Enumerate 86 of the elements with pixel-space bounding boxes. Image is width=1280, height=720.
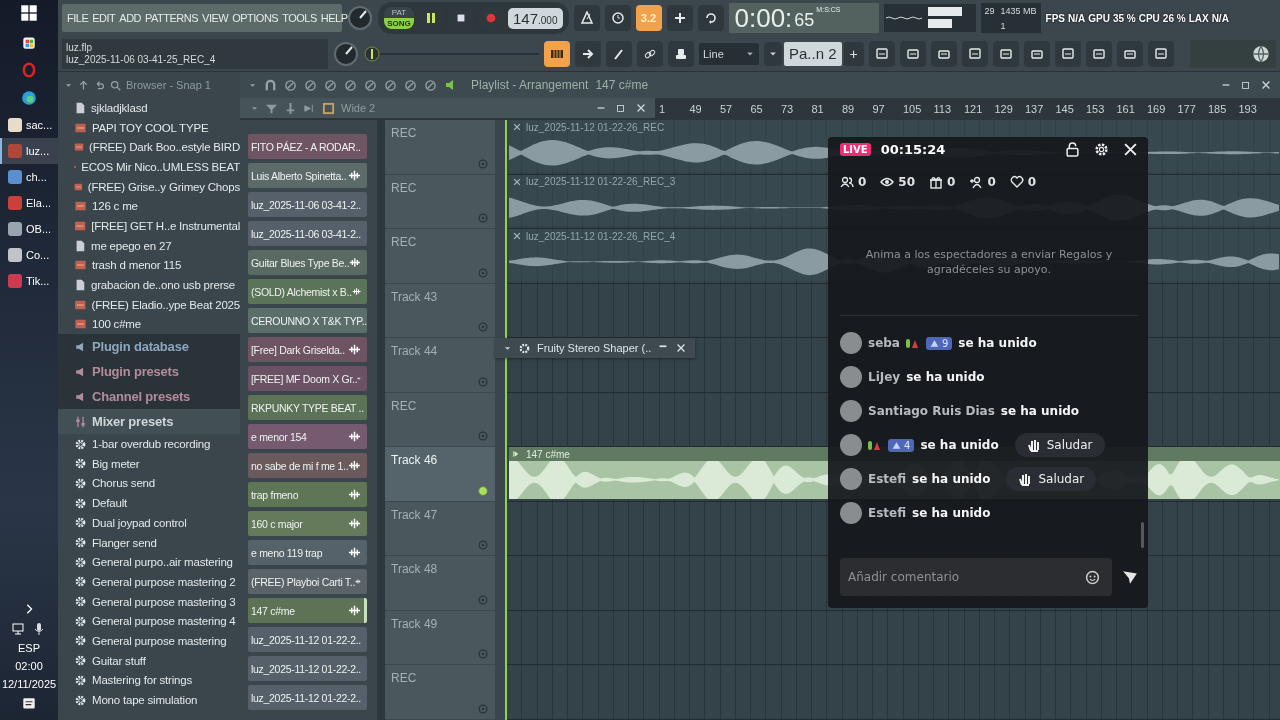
browser-item-label: 126 c me — [92, 200, 138, 213]
browser-title: Browser - Snap 1 — [126, 79, 211, 91]
browser-item-label: 1-bar overdub recording — [92, 438, 211, 451]
stat-label: CPU — [1138, 12, 1160, 24]
browser-item-label: Channel presets — [92, 389, 191, 405]
browser-item-label: sjkladjklasd — [91, 101, 148, 114]
browser-item-label: Default — [92, 497, 128, 510]
channel-rack-title: Wide 2 — [341, 102, 376, 114]
browser-item-label: Chorus send — [92, 477, 155, 490]
ruler-label: 121 — [963, 103, 984, 115]
project-info: luz.flp luz_2025-11-06 03-41-25_REC_4 — [62, 38, 328, 69]
playlist-title: Playlist - Arrangement — [471, 78, 589, 92]
browser-item-label: PAPI TOY COOL TYPE — [92, 121, 209, 134]
ruler-label: 89 — [841, 103, 856, 115]
stat-value: N/A — [1211, 12, 1229, 24]
browser-item-label: trash d menor 115 — [92, 259, 182, 272]
live-badge: LIVE — [840, 142, 871, 156]
browser-item-label: (FREE) Grise..y Grimey Chops — [87, 180, 240, 193]
join-message: se ha unido — [912, 472, 991, 486]
ruler-label: 161 — [1115, 103, 1136, 115]
join-message: se ha unido — [912, 506, 991, 520]
ruler-label: 137 — [1024, 103, 1045, 115]
live-duration: 00:15:24 — [880, 141, 946, 157]
browser-item-label: ECOS Mir Nico..UMLESS BEAT — [81, 160, 240, 173]
browser-item-label: Mixer presets — [92, 414, 174, 430]
plugin-window-title: Fruity Stereo Shaper (.. — [537, 342, 652, 354]
browser-item-label: Mono tape simulation — [92, 694, 198, 707]
clip-label: 147 c#me — [526, 448, 570, 460]
ruler-label: 97 — [871, 103, 886, 115]
stat-count: 0 — [1027, 175, 1037, 189]
join-message: se ha unido — [958, 336, 1037, 350]
stat-value: 26 % — [1162, 12, 1186, 24]
clock-time: 02:00 — [15, 660, 43, 672]
browser-item-label: 100 c#me — [92, 318, 141, 331]
ruler-label: 105 — [902, 103, 923, 115]
stat-label: FPS — [1045, 12, 1065, 24]
gift-prompt: Anima a los espectadores a enviar Regalos y agradéceles su apoyo. — [864, 247, 1114, 277]
clip-label: luz_2025-11-12 01-22-26_REC_3 — [526, 176, 676, 188]
join-message: se ha unido — [1000, 404, 1080, 418]
ruler-label: 49 — [688, 103, 703, 115]
ruler-label: 153 — [1085, 103, 1106, 115]
clip-label: luz_2025-11-12 01-22-26_REC_4 — [526, 230, 676, 242]
monitor-panel: 29 1435 MB 1 — [980, 3, 1041, 33]
level-badge: 9 — [925, 336, 953, 350]
ruler-label: 73 — [780, 103, 795, 115]
clip-label: luz_2025-11-12 01-22-26_REC — [526, 121, 665, 133]
ruler-label: 193 — [1237, 103, 1258, 115]
browser-item-label: Mastering for strings — [92, 674, 192, 687]
browser-item-label: [FREE] GET H..e Instrumental — [91, 219, 240, 232]
stat-count: 0 — [947, 175, 956, 189]
browser-item-label: General purpo..air mastering — [92, 556, 233, 569]
stat-count: 0 — [858, 175, 867, 189]
join-message: se ha unido — [906, 370, 985, 384]
browser-item-label: Guitar stuff — [92, 654, 146, 667]
browser-item-label: General purpose mastering — [92, 634, 227, 647]
ruler-label: 129 — [993, 103, 1014, 115]
browser-item-label: Plugin presets — [92, 364, 179, 380]
browser-item-label: Dual joypad control — [92, 516, 187, 529]
stat-label: LAX — [1188, 12, 1209, 24]
browser-item-label: General purpose mastering 4 — [92, 615, 236, 628]
browser-item-label: (FREE) Dark Boo..estyle BIRD — [89, 141, 240, 154]
browser-item-label: (FREE) Eladio..ype Beat 2025 — [91, 298, 240, 311]
browser-item-label: General purpose mastering 2 — [92, 575, 236, 588]
browser-item-label: Big meter — [92, 457, 140, 470]
browser-item-label: Plugin database — [92, 339, 189, 355]
ruler-label: 57 — [719, 103, 734, 115]
ruler-label: 177 — [1176, 103, 1197, 115]
browser-item-label: grabacion de..ono usb prerse — [91, 279, 235, 292]
clock-date: 12/11/2025 — [1, 678, 57, 690]
ruler-label: 185 — [1207, 103, 1228, 115]
ruler-label: 65 — [749, 103, 764, 115]
ruler-label: 113 — [932, 103, 953, 115]
ruler-label: 169 — [1146, 103, 1167, 115]
level-badge: 4 — [888, 438, 915, 452]
ruler-label: 145 — [1054, 103, 1075, 115]
ruler-label: 1 — [658, 103, 667, 115]
stat-value: 35 % — [1112, 12, 1136, 24]
stat-count: 50 — [898, 175, 916, 189]
stat-value: N/A — [1068, 12, 1086, 24]
join-message: se ha unido — [920, 438, 999, 452]
browser-item-label: General purpose mastering 3 — [92, 595, 236, 608]
browser-item-label: me epego en 27 — [91, 239, 172, 252]
stat-label: GPU — [1088, 12, 1110, 24]
stat-count: 0 — [987, 175, 996, 189]
ruler-label: 81 — [810, 103, 825, 115]
browser-item-label: Flanger send — [92, 536, 157, 549]
